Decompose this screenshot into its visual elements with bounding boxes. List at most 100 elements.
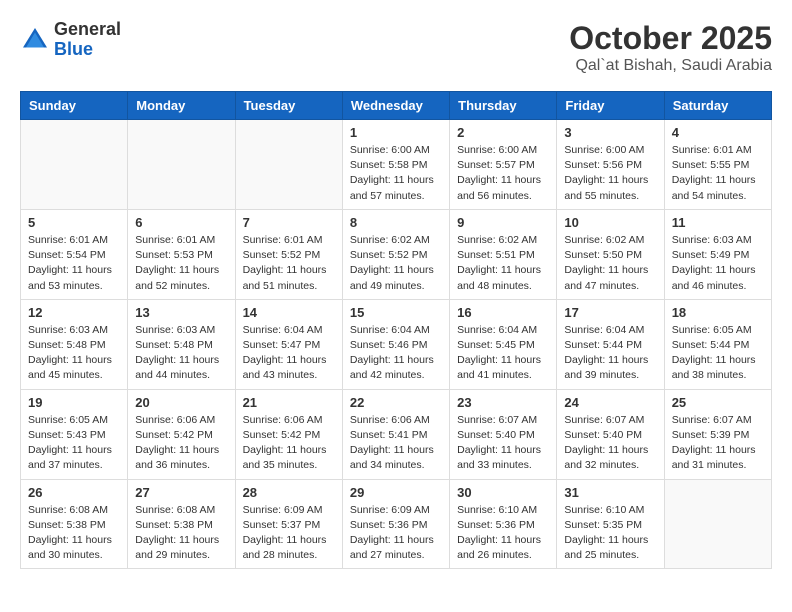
- day-info: Sunrise: 6:10 AMSunset: 5:36 PMDaylight:…: [457, 503, 549, 564]
- day-number: 25: [672, 395, 764, 410]
- day-info: Sunrise: 6:00 AMSunset: 5:58 PMDaylight:…: [350, 143, 442, 204]
- day-number: 12: [28, 305, 120, 320]
- logo-icon: [20, 25, 50, 55]
- calendar-cell: 26 Sunrise: 6:08 AMSunset: 5:38 PMDayligh…: [21, 479, 128, 569]
- day-number: 2: [457, 125, 549, 140]
- column-header-friday: Friday: [557, 92, 664, 120]
- day-number: 28: [243, 485, 335, 500]
- calendar-cell: 30 Sunrise: 6:10 AMSunset: 5:36 PMDayligh…: [450, 479, 557, 569]
- calendar-cell: 18 Sunrise: 6:05 AMSunset: 5:44 PMDayligh…: [664, 299, 771, 389]
- day-number: 13: [135, 305, 227, 320]
- calendar-cell: 31Sunrise: 6:10 AMSunset: 5:35 PMDayligh…: [557, 479, 664, 569]
- day-info: Sunrise: 6:02 AMSunset: 5:52 PMDaylight:…: [350, 233, 442, 294]
- day-number: 26: [28, 485, 120, 500]
- calendar-cell: 27 Sunrise: 6:08 AMSunset: 5:38 PMDayligh…: [128, 479, 235, 569]
- day-info: Sunrise: 6:03 AMSunset: 5:48 PMDaylight:…: [28, 323, 120, 384]
- day-number: 30: [457, 485, 549, 500]
- day-number: 29: [350, 485, 442, 500]
- day-number: 24: [564, 395, 656, 410]
- day-info: Sunrise: 6:01 AMSunset: 5:53 PMDaylight:…: [135, 233, 227, 294]
- calendar-cell: 7 Sunrise: 6:01 AMSunset: 5:52 PMDaylight…: [235, 209, 342, 299]
- day-number: 9: [457, 215, 549, 230]
- location-title: Qal`at Bishah, Saudi Arabia: [569, 57, 772, 75]
- calendar-cell: 16Sunrise: 6:04 AMSunset: 5:45 PMDayligh…: [450, 299, 557, 389]
- calendar-cell: 22 Sunrise: 6:06 AMSunset: 5:41 PMDayligh…: [342, 389, 449, 479]
- day-info: Sunrise: 6:04 AMSunset: 5:46 PMDaylight:…: [350, 323, 442, 384]
- calendar-cell: 25Sunrise: 6:07 AMSunset: 5:39 PMDayligh…: [664, 389, 771, 479]
- day-number: 5: [28, 215, 120, 230]
- day-info: Sunrise: 6:09 AMSunset: 5:37 PMDaylight:…: [243, 503, 335, 564]
- calendar-cell: 28 Sunrise: 6:09 AMSunset: 5:37 PMDayligh…: [235, 479, 342, 569]
- calendar-cell: 11 Sunrise: 6:03 AMSunset: 5:49 PMDayligh…: [664, 209, 771, 299]
- page-header: General Blue October 2025 Qal`at Bishah,…: [20, 20, 772, 75]
- calendar-table: SundayMondayTuesdayWednesdayThursdayFrid…: [20, 91, 772, 569]
- day-info: Sunrise: 6:00 AMSunset: 5:56 PMDaylight:…: [564, 143, 656, 204]
- day-info: Sunrise: 6:06 AMSunset: 5:42 PMDaylight:…: [135, 413, 227, 474]
- title-block: October 2025 Qal`at Bishah, Saudi Arabia: [569, 20, 772, 75]
- day-number: 22: [350, 395, 442, 410]
- day-info: Sunrise: 6:08 AMSunset: 5:38 PMDaylight:…: [28, 503, 120, 564]
- day-number: 3: [564, 125, 656, 140]
- calendar-cell: 2 Sunrise: 6:00 AMSunset: 5:57 PMDaylight…: [450, 120, 557, 210]
- day-number: 20: [135, 395, 227, 410]
- column-header-saturday: Saturday: [664, 92, 771, 120]
- month-title: October 2025: [569, 20, 772, 57]
- day-number: 15: [350, 305, 442, 320]
- column-header-sunday: Sunday: [21, 92, 128, 120]
- calendar-cell: [235, 120, 342, 210]
- day-number: 4: [672, 125, 764, 140]
- column-header-wednesday: Wednesday: [342, 92, 449, 120]
- day-number: 8: [350, 215, 442, 230]
- day-number: 18: [672, 305, 764, 320]
- day-number: 27: [135, 485, 227, 500]
- column-header-monday: Monday: [128, 92, 235, 120]
- week-row-3: 12 Sunrise: 6:03 AMSunset: 5:48 PMDayligh…: [21, 299, 772, 389]
- day-number: 10: [564, 215, 656, 230]
- week-row-1: 1Sunrise: 6:00 AMSunset: 5:58 PMDaylight…: [21, 120, 772, 210]
- column-header-thursday: Thursday: [450, 92, 557, 120]
- day-info: Sunrise: 6:04 AMSunset: 5:47 PMDaylight:…: [243, 323, 335, 384]
- day-info: Sunrise: 6:08 AMSunset: 5:38 PMDaylight:…: [135, 503, 227, 564]
- day-info: Sunrise: 6:01 AMSunset: 5:52 PMDaylight:…: [243, 233, 335, 294]
- calendar-cell: 17 Sunrise: 6:04 AMSunset: 5:44 PMDayligh…: [557, 299, 664, 389]
- calendar-cell: 3 Sunrise: 6:00 AMSunset: 5:56 PMDaylight…: [557, 120, 664, 210]
- day-info: Sunrise: 6:04 AMSunset: 5:44 PMDaylight:…: [564, 323, 656, 384]
- calendar-cell: 19Sunrise: 6:05 AMSunset: 5:43 PMDayligh…: [21, 389, 128, 479]
- day-info: Sunrise: 6:01 AMSunset: 5:55 PMDaylight:…: [672, 143, 764, 204]
- calendar-cell: 5 Sunrise: 6:01 AMSunset: 5:54 PMDaylight…: [21, 209, 128, 299]
- calendar-cell: 9Sunrise: 6:02 AMSunset: 5:51 PMDaylight…: [450, 209, 557, 299]
- logo: General Blue: [20, 20, 121, 60]
- calendar-cell: 21Sunrise: 6:06 AMSunset: 5:42 PMDayligh…: [235, 389, 342, 479]
- calendar-cell: 6 Sunrise: 6:01 AMSunset: 5:53 PMDaylight…: [128, 209, 235, 299]
- day-number: 7: [243, 215, 335, 230]
- day-info: Sunrise: 6:06 AMSunset: 5:41 PMDaylight:…: [350, 413, 442, 474]
- day-info: Sunrise: 6:05 AMSunset: 5:44 PMDaylight:…: [672, 323, 764, 384]
- calendar-cell: 29 Sunrise: 6:09 AMSunset: 5:36 PMDayligh…: [342, 479, 449, 569]
- day-number: 17: [564, 305, 656, 320]
- day-info: Sunrise: 6:03 AMSunset: 5:49 PMDaylight:…: [672, 233, 764, 294]
- day-number: 6: [135, 215, 227, 230]
- calendar-cell: 20 Sunrise: 6:06 AMSunset: 5:42 PMDayligh…: [128, 389, 235, 479]
- day-info: Sunrise: 6:07 AMSunset: 5:40 PMDaylight:…: [564, 413, 656, 474]
- logo-general-text: General: [54, 20, 121, 40]
- day-number: 19: [28, 395, 120, 410]
- day-info: Sunrise: 6:07 AMSunset: 5:40 PMDaylight:…: [457, 413, 549, 474]
- day-info: Sunrise: 6:03 AMSunset: 5:48 PMDaylight:…: [135, 323, 227, 384]
- day-info: Sunrise: 6:01 AMSunset: 5:54 PMDaylight:…: [28, 233, 120, 294]
- calendar-cell: [128, 120, 235, 210]
- calendar-cell: 15 Sunrise: 6:04 AMSunset: 5:46 PMDayligh…: [342, 299, 449, 389]
- day-number: 16: [457, 305, 549, 320]
- day-info: Sunrise: 6:02 AMSunset: 5:50 PMDaylight:…: [564, 233, 656, 294]
- day-info: Sunrise: 6:10 AMSunset: 5:35 PMDaylight:…: [564, 503, 656, 564]
- logo-blue-text: Blue: [54, 40, 121, 60]
- week-row-5: 26 Sunrise: 6:08 AMSunset: 5:38 PMDayligh…: [21, 479, 772, 569]
- day-number: 21: [243, 395, 335, 410]
- column-header-tuesday: Tuesday: [235, 92, 342, 120]
- calendar-cell: 12 Sunrise: 6:03 AMSunset: 5:48 PMDayligh…: [21, 299, 128, 389]
- day-number: 11: [672, 215, 764, 230]
- day-info: Sunrise: 6:00 AMSunset: 5:57 PMDaylight:…: [457, 143, 549, 204]
- calendar-cell: 8 Sunrise: 6:02 AMSunset: 5:52 PMDaylight…: [342, 209, 449, 299]
- day-info: Sunrise: 6:09 AMSunset: 5:36 PMDaylight:…: [350, 503, 442, 564]
- calendar-cell: [21, 120, 128, 210]
- calendar-cell: 4 Sunrise: 6:01 AMSunset: 5:55 PMDaylight…: [664, 120, 771, 210]
